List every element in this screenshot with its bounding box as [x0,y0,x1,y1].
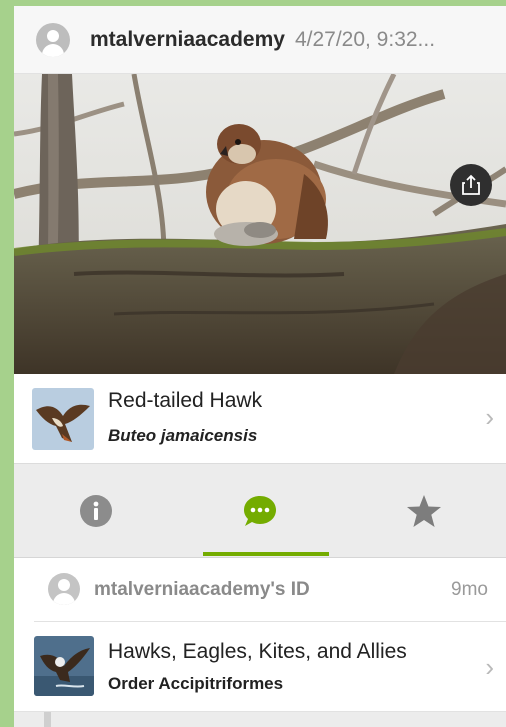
avatar-head-shape [58,579,70,591]
identification-taxon-thumbnail [34,636,94,696]
red-tailed-hawk-thumbnail-image [32,388,94,450]
observation-tab-bar [14,464,506,558]
avatar-body-shape [42,43,64,57]
taxon-row[interactable]: Red-tailed Hawk Buteo jamaicensis › [14,374,506,464]
share-button[interactable] [450,164,492,206]
active-tab-indicator [203,552,329,556]
chevron-right-icon: › [485,652,494,682]
observation-datetime: 4/27/20, 9:32... [294,27,436,51]
taxon-thumbnail [32,388,94,450]
identification-taxon-name: Hawks, Eagles, Kites, and Allies [108,640,407,663]
tab-info[interactable] [14,464,178,558]
identification-taxon-rank: Order Accipitriformes [108,674,284,693]
observer-username[interactable]: mtalverniaacademy [90,28,285,52]
comments-icon [244,496,276,526]
eagle-thumbnail-image [34,636,94,696]
identifier-avatar[interactable] [48,573,80,605]
avatar-body-shape [53,593,75,605]
hawk-photo-image [14,74,506,374]
timeline-line [44,712,51,727]
observation-card: mtalverniaacademy 4/27/20, 9:32... Red-t… [14,6,506,727]
identification-age: 9mo [451,579,488,600]
identification-header: mtalverniaacademy's ID 9mo [14,558,506,622]
identification-taxon-row[interactable]: Hawks, Eagles, Kites, and Allies Order A… [14,622,506,712]
share-icon [462,174,480,195]
identifier-label[interactable]: mtalverniaacademy's ID [94,579,310,601]
avatar-head-shape [47,29,59,42]
tab-activity[interactable] [178,464,342,558]
user-avatar[interactable] [36,22,70,57]
star-icon [407,495,441,527]
tab-favorite[interactable] [342,464,506,558]
next-row-edge [14,712,506,727]
observation-header: mtalverniaacademy 4/27/20, 9:32... [14,6,506,74]
taxon-common-name: Red-tailed Hawk [108,389,263,412]
observation-photo[interactable] [14,74,506,374]
taxon-scientific-name: Buteo jamaicensis [108,426,258,445]
info-icon [80,495,112,527]
chevron-right-icon: › [485,402,494,432]
